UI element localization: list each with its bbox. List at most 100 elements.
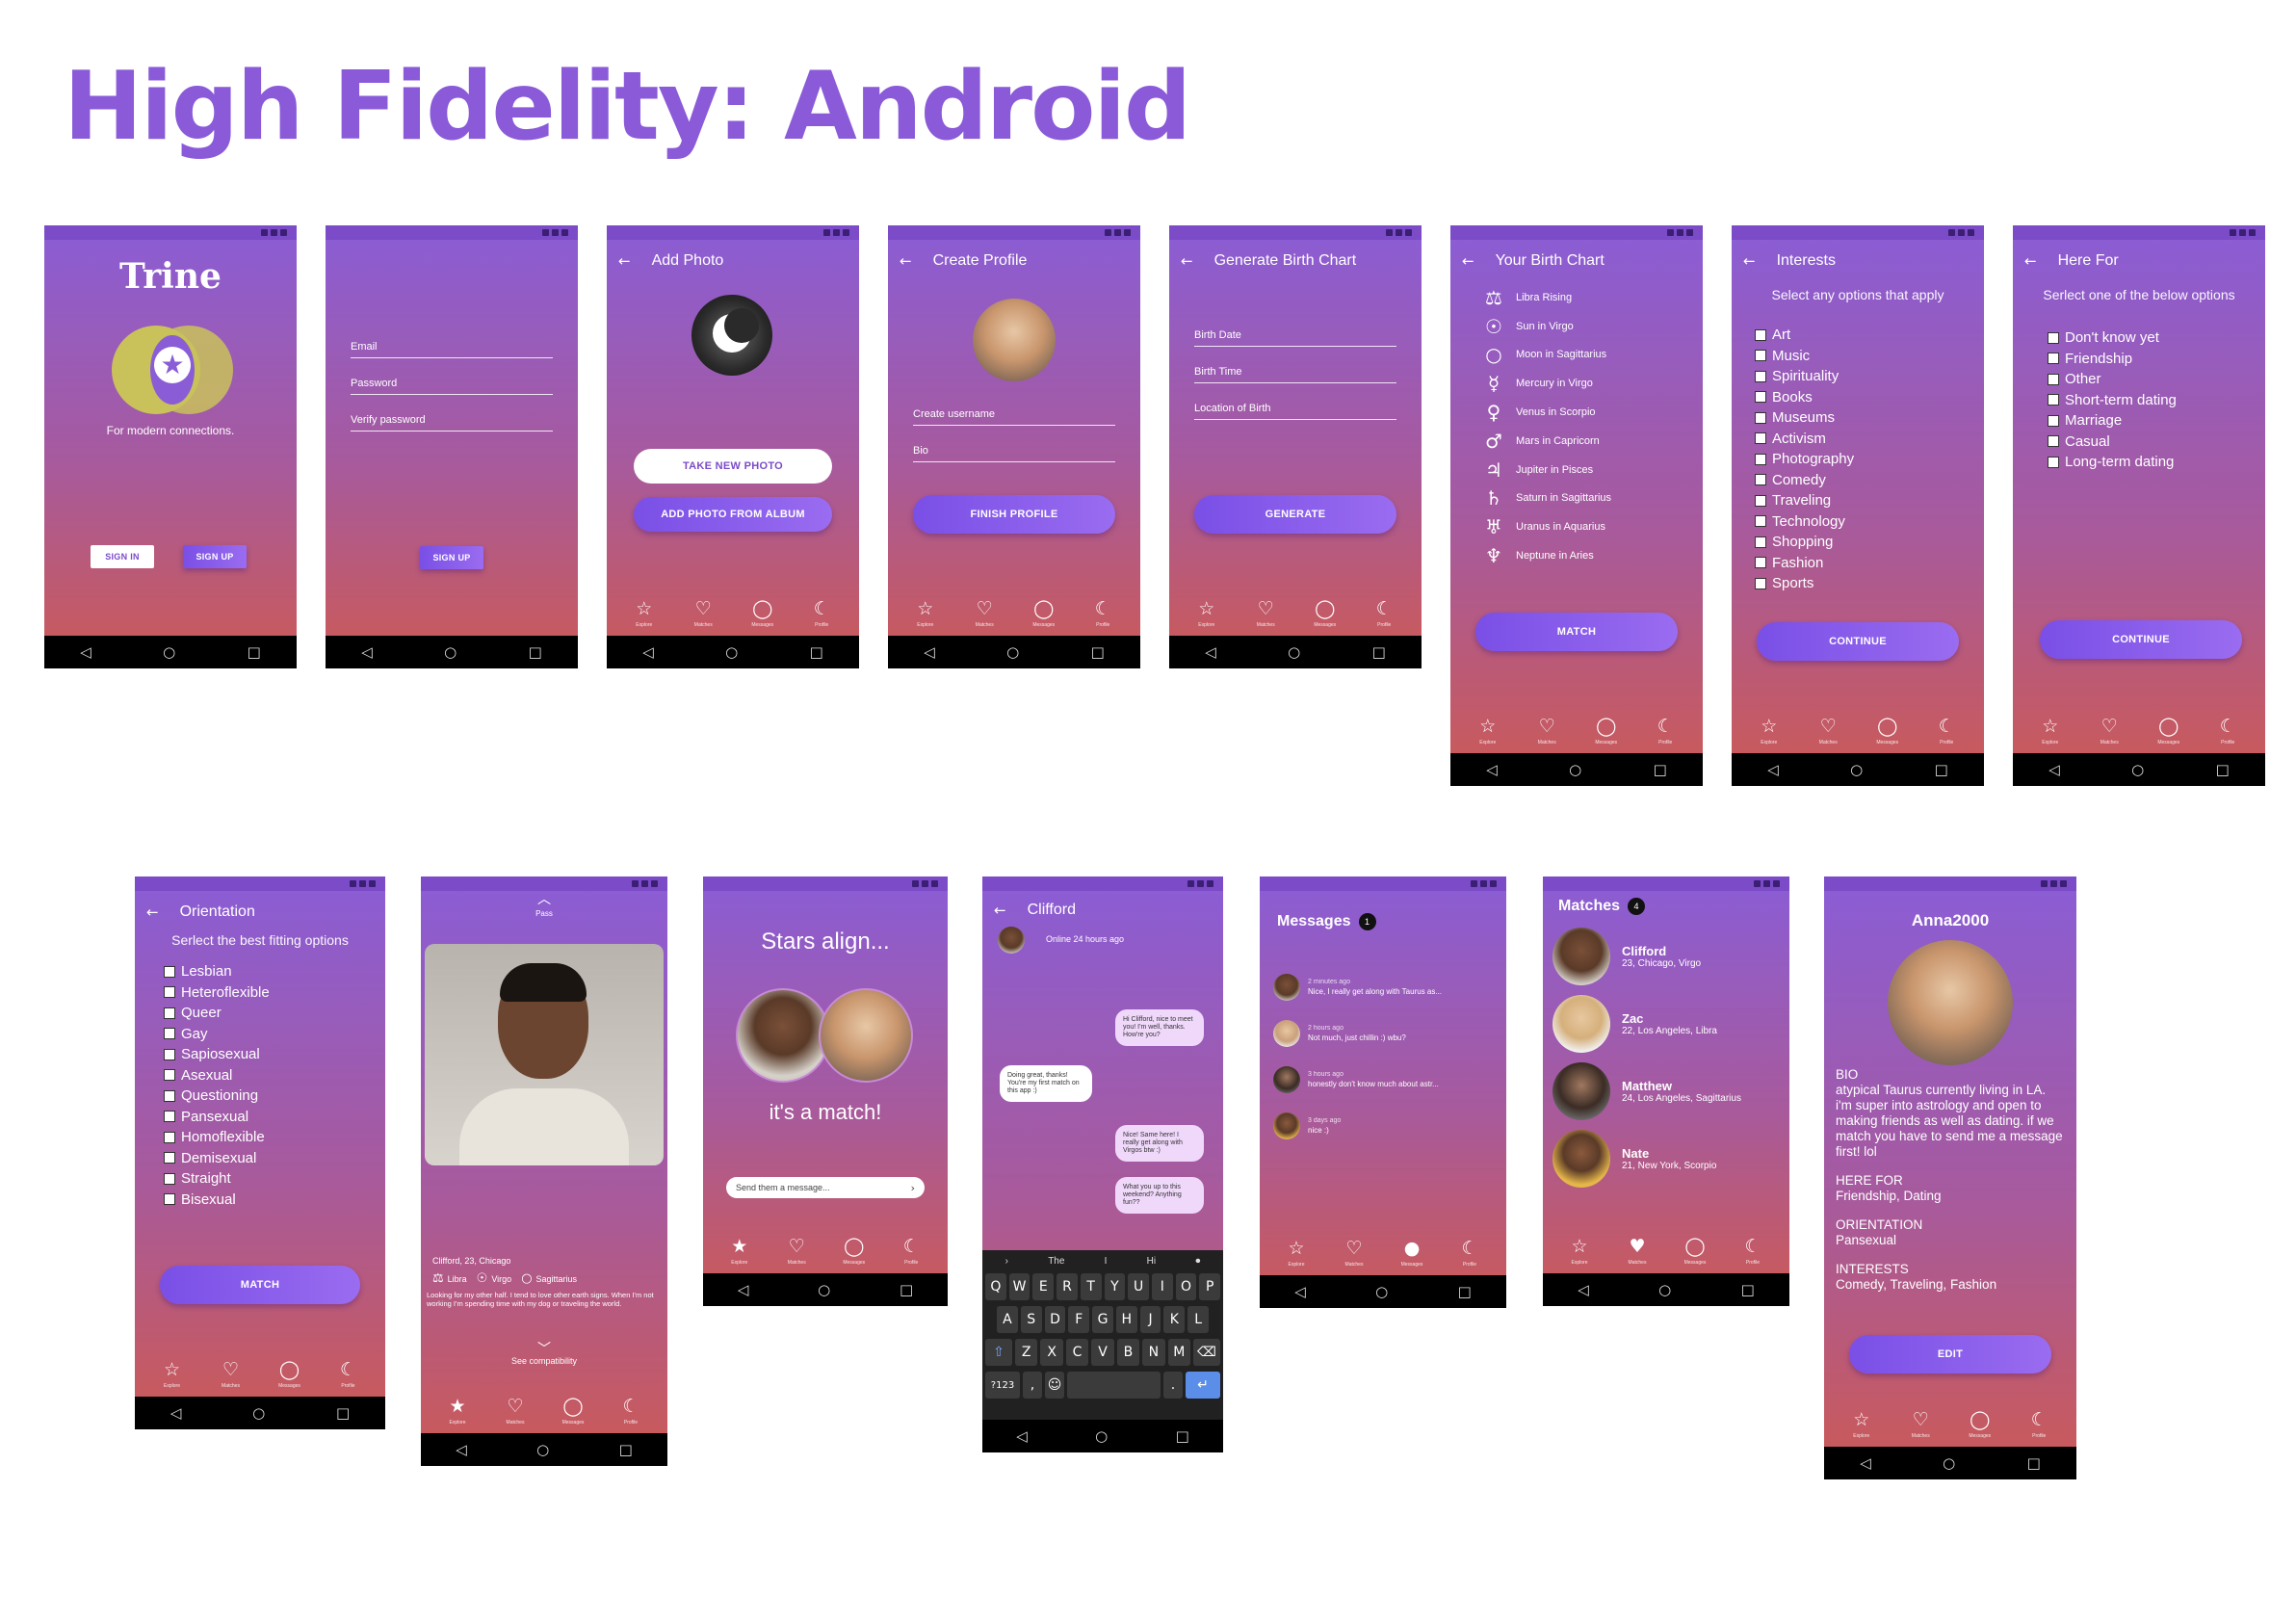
keyboard-key[interactable]: I <box>1151 1273 1173 1300</box>
home-nav-icon[interactable]: ○ <box>163 643 175 661</box>
tab-explore[interactable]: ☆ Explore <box>153 1360 192 1389</box>
keyboard-key[interactable]: D <box>1044 1306 1066 1333</box>
checkbox-option[interactable]: Comedy <box>1755 470 1984 491</box>
back-arrow-icon[interactable]: ← <box>2024 252 2037 270</box>
checkbox[interactable] <box>1755 577 1766 589</box>
chevron-down-icon[interactable]: ﹀ <box>421 1339 667 1358</box>
checkbox[interactable] <box>2048 373 2059 385</box>
checkbox-option[interactable]: Music <box>1755 346 1984 367</box>
tab-matches[interactable]: ♡ Matches <box>496 1397 535 1426</box>
checkbox[interactable] <box>1755 411 1766 424</box>
tab-explore[interactable]: ☆ Explore <box>1750 717 1788 746</box>
checkbox[interactable] <box>1755 391 1766 404</box>
checkbox-option[interactable]: Long-term dating <box>2048 452 2265 473</box>
take-new-photo-button[interactable]: TAKE NEW PHOTO <box>634 449 832 484</box>
keyboard-key[interactable]: C <box>1065 1339 1089 1366</box>
tab-profile[interactable]: ☾ Profile <box>1927 717 1966 746</box>
checkbox[interactable] <box>164 1069 175 1082</box>
tab-messages[interactable]: ◯ Messages <box>835 1237 874 1266</box>
match-button[interactable]: MATCH <box>160 1266 360 1304</box>
username-field[interactable]: Create username <box>913 405 1115 426</box>
tab-profile[interactable]: ☾ Profile <box>1450 1239 1489 1268</box>
message-preview[interactable]: 2 minutes ago Nice, I really get along wi… <box>1273 973 1497 1002</box>
keyboard-key[interactable]: Q <box>985 1273 1006 1300</box>
keyboard-key[interactable]: B <box>1116 1339 1140 1366</box>
add-photo-from-album-button[interactable]: ADD PHOTO FROM ALBUM <box>634 497 832 532</box>
birth-date-field[interactable]: Birth Date <box>1194 326 1396 347</box>
tab-explore[interactable]: ★ Explore <box>720 1237 759 1266</box>
checkbox[interactable] <box>1755 370 1766 382</box>
checkbox[interactable] <box>164 1131 175 1143</box>
checkbox[interactable] <box>1755 328 1766 341</box>
keyboard-key[interactable]: S <box>1020 1306 1042 1333</box>
tab-messages[interactable]: ◯ Messages <box>1961 1410 1999 1439</box>
checkbox[interactable] <box>164 1028 175 1040</box>
tab-messages[interactable]: ◯ Messages <box>1868 717 1907 746</box>
tab-matches[interactable]: ♡ Matches <box>1809 717 1847 746</box>
back-arrow-icon[interactable]: ← <box>1181 252 1193 270</box>
back-arrow-icon[interactable]: ← <box>994 902 1006 919</box>
continue-button[interactable]: CONTINUE <box>1757 622 1959 661</box>
chevron-right-icon[interactable]: › <box>911 1182 915 1194</box>
tab-matches[interactable]: ♥ Matches <box>1618 1237 1657 1266</box>
checkbox-option[interactable]: Activism <box>1755 429 1984 450</box>
sign-up-button[interactable]: SIGN UP <box>183 545 247 568</box>
checkbox-option[interactable]: Asexual <box>164 1065 385 1086</box>
checkbox[interactable] <box>1755 536 1766 548</box>
sign-in-button[interactable]: SIGN IN <box>91 545 154 568</box>
tab-messages[interactable]: ◯ Messages <box>1587 717 1626 746</box>
tab-profile[interactable]: ☾ Profile <box>892 1237 930 1266</box>
checkbox-option[interactable]: Books <box>1755 387 1984 408</box>
checkbox[interactable] <box>164 1172 175 1185</box>
checkbox[interactable] <box>164 965 175 978</box>
checkbox-option[interactable]: Gay <box>164 1024 385 1045</box>
tab-explore[interactable]: ☆ Explore <box>1469 717 1507 746</box>
keyboard-key[interactable]: N <box>1142 1339 1165 1366</box>
sign-up-button[interactable]: SIGN UP <box>420 546 483 569</box>
checkbox[interactable] <box>164 1193 175 1206</box>
keyboard-key[interactable]: O <box>1175 1273 1197 1300</box>
match-item[interactable]: Matthew 24, Los Angeles, Sagittarius <box>1552 1061 1780 1121</box>
checkbox-option[interactable]: Demisexual <box>164 1148 385 1169</box>
back-arrow-icon[interactable]: ← <box>1462 252 1474 270</box>
tab-explore[interactable]: ☆ Explore <box>625 599 664 628</box>
suggestion[interactable]: The <box>1048 1256 1064 1267</box>
tab-matches[interactable]: ♡ Matches <box>2090 717 2128 746</box>
checkbox[interactable] <box>1755 432 1766 445</box>
tab-messages[interactable]: ◯ Messages <box>2150 717 2188 746</box>
bio-field[interactable]: Bio <box>913 441 1115 462</box>
comma-key[interactable]: , <box>1023 1372 1042 1399</box>
verify-password-field[interactable]: Verify password <box>351 410 553 432</box>
edit-button[interactable]: EDIT <box>1849 1335 2051 1373</box>
keyboard-key[interactable]: Y <box>1104 1273 1126 1300</box>
checkbox-option[interactable]: Friendship <box>2048 349 2265 370</box>
checkbox-option[interactable]: Bisexual <box>164 1190 385 1211</box>
checkbox[interactable] <box>1755 515 1766 528</box>
checkbox-option[interactable]: Straight <box>164 1168 385 1190</box>
shift-key[interactable]: ⇧ <box>985 1339 1012 1366</box>
tab-messages[interactable]: ◯ Messages <box>1676 1237 1714 1266</box>
generate-button[interactable]: GENERATE <box>1194 495 1396 534</box>
keyboard-key[interactable]: L <box>1187 1306 1210 1333</box>
checkbox[interactable] <box>2048 435 2059 448</box>
tab-messages[interactable]: ◯ Messages <box>554 1397 592 1426</box>
checkbox-option[interactable]: Short-term dating <box>2048 390 2265 411</box>
enter-key[interactable]: ↵ <box>1186 1372 1220 1399</box>
tab-profile[interactable]: ☾ Profile <box>2208 717 2247 746</box>
tab-explore[interactable]: ☆ Explore <box>1187 599 1226 628</box>
password-field[interactable]: Password <box>351 374 553 395</box>
tab-matches[interactable]: ♡ Matches <box>1335 1239 1373 1268</box>
tab-matches[interactable]: ♡ Matches <box>1901 1410 1940 1439</box>
checkbox-option[interactable]: Spirituality <box>1755 366 1984 387</box>
tab-profile[interactable]: ☾ Profile <box>2020 1410 2058 1439</box>
tab-explore[interactable]: ☆ Explore <box>1842 1410 1881 1439</box>
checkbox[interactable] <box>164 1089 175 1102</box>
checkbox-option[interactable]: Homoflexible <box>164 1127 385 1148</box>
checkbox-option[interactable]: Pansexual <box>164 1107 385 1128</box>
birth-location-field[interactable]: Location of Birth <box>1194 399 1396 420</box>
checkbox[interactable] <box>164 986 175 999</box>
message-preview[interactable]: 3 days ago nice :) <box>1273 1112 1497 1140</box>
tab-explore[interactable]: ★ Explore <box>438 1397 477 1426</box>
checkbox-option[interactable]: Queer <box>164 1003 385 1024</box>
keyboard-key[interactable]: J <box>1139 1306 1161 1333</box>
